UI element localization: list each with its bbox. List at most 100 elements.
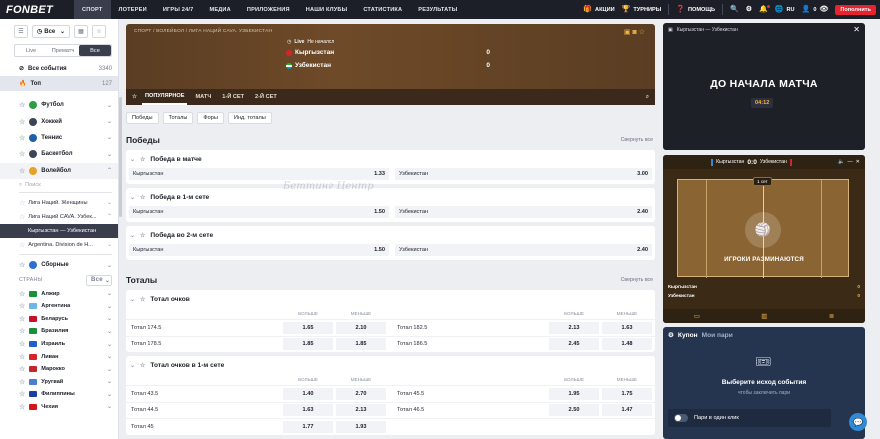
league-item[interactable]: ☆ Лига Наций. Женщины ⌄: [0, 196, 118, 210]
country-item[interactable]: ☆ Беларусь ⌄: [0, 313, 118, 326]
league-item[interactable]: ☆ Argentina. Division de H... ⌄: [0, 238, 118, 252]
odds-over[interactable]: 1.40: [283, 387, 333, 400]
star-icon[interactable]: ☆: [140, 232, 145, 239]
star-icon[interactable]: ☆: [19, 150, 25, 158]
country-item[interactable]: ☆ Марокко ⌄: [0, 363, 118, 376]
nav-sport[interactable]: СПОРТ: [74, 0, 111, 19]
nav-games[interactable]: ИГРЫ 24/7: [155, 0, 202, 19]
odds-over[interactable]: 1.77: [283, 420, 333, 433]
odds-under[interactable]: 1.85: [336, 338, 386, 351]
star-icon[interactable]: ☆: [19, 261, 25, 269]
country-item[interactable]: ☆ Чехия ⌄: [0, 401, 118, 414]
star-icon[interactable]: ☆: [19, 101, 25, 109]
top-events-item[interactable]: 🔥 Топ 127: [0, 76, 118, 91]
nav-clubs[interactable]: НАШИ КЛУБЫ: [298, 0, 356, 19]
outcome-home[interactable]: Кыргызстан 1.50: [129, 206, 389, 218]
tab-coupon[interactable]: Купон: [678, 332, 698, 339]
sidebar-item-basketball[interactable]: ☆ Баскетбол ⌄: [0, 146, 118, 162]
star-icon[interactable]: ☆: [19, 353, 25, 361]
star-icon[interactable]: ☆: [19, 302, 25, 310]
sidebar-item-volleyball[interactable]: ☆ Волейбол ⌃: [0, 162, 118, 179]
gear-icon[interactable]: ⚙: [746, 6, 752, 13]
tab-popular[interactable]: ПОПУЛЯРНОЕ: [142, 89, 188, 105]
sidebar-scrollbar[interactable]: [119, 97, 122, 217]
calendar-icon[interactable]: ▦: [74, 25, 88, 38]
one-click-bet-toggle[interactable]: Пари в один клик: [668, 409, 831, 427]
chat-icon[interactable]: 💬: [849, 413, 867, 431]
outcome-away[interactable]: Узбекистан 2.40: [395, 244, 652, 256]
star-icon[interactable]: ☆: [19, 378, 25, 386]
outcome-away[interactable]: Узбекистан 2.40: [395, 206, 652, 218]
star-icon[interactable]: ☆: [19, 167, 25, 175]
odds-over[interactable]: 2.45: [549, 338, 599, 351]
country-item[interactable]: ☆ Алжир ⌄: [0, 287, 118, 300]
star-icon[interactable]: ☆: [19, 340, 25, 348]
market-header[interactable]: ⌄ ☆ Победа в матче: [126, 150, 655, 168]
star-icon[interactable]: ☆: [19, 390, 25, 398]
star-icon[interactable]: ☆: [19, 315, 25, 323]
odds-under[interactable]: 2.70: [336, 387, 386, 400]
nav-apps[interactable]: ПРИЛОЖЕНИЯ: [239, 0, 298, 19]
minimize-icon[interactable]: —: [847, 159, 852, 165]
time-filter-select[interactable]: ◷ Все ⌄: [32, 25, 70, 38]
tab-my-bets[interactable]: Мои пари: [702, 332, 733, 339]
search-icon[interactable]: ⌕: [646, 94, 649, 101]
tab-match[interactable]: МАТЧ: [192, 89, 214, 105]
market-header[interactable]: ⌄ ☆ Победа во 2-м сете: [126, 226, 655, 244]
star-icon[interactable]: ☆: [140, 362, 145, 369]
chip-wins[interactable]: Победы: [126, 112, 159, 124]
star-icon[interactable]: ☆: [19, 403, 25, 411]
market-header[interactable]: ⌄ ☆ Победа в 1-м сете: [126, 188, 655, 206]
tab-set-1[interactable]: 1-Й СЕТ: [219, 89, 247, 105]
country-item[interactable]: ☆ Израиль ⌄: [0, 338, 118, 351]
chip-individual-totals[interactable]: Инд. тоталы: [227, 112, 272, 124]
nav-media[interactable]: МЕДИА: [201, 0, 238, 19]
star-icon[interactable]: ☆: [19, 213, 25, 221]
tab-all[interactable]: Все: [79, 45, 111, 56]
sidebar-item-tennis[interactable]: ☆ Теннис ⌄: [0, 130, 118, 146]
odds-over[interactable]: 1.85: [283, 338, 333, 351]
close-icon[interactable]: ✕: [853, 25, 860, 34]
star-icon[interactable]: ☆: [19, 118, 25, 126]
odds-over[interactable]: 1.65: [283, 321, 333, 334]
all-events-item[interactable]: ⊘ Все события 3340: [0, 61, 118, 76]
collapse-all-button[interactable]: Свернуть все: [621, 277, 653, 283]
chip-handicaps[interactable]: Форы: [197, 112, 224, 124]
country-item[interactable]: ☆ Филиппины ⌄: [0, 388, 118, 401]
odds-under[interactable]: 1.48: [602, 338, 652, 351]
outcome-home[interactable]: Кыргызстан 1.33: [129, 168, 389, 180]
star-icon[interactable]: ☆: [19, 199, 25, 207]
breadcrumb[interactable]: СПОРТ / ВОЛЕЙБОЛ / ЛИГА НАЦИЙ CAVA. УЗБЕ…: [134, 29, 272, 34]
country-item[interactable]: ☆ Аргентина ⌄: [0, 300, 118, 313]
star-icon[interactable]: ☆: [140, 194, 145, 201]
star-icon[interactable]: ☆: [132, 94, 137, 100]
sidebar-item-national-teams[interactable]: ☆ Сборные ⌄: [0, 257, 118, 273]
star-icon[interactable]: ☆: [19, 290, 25, 298]
odds-under[interactable]: 2.13: [336, 404, 386, 417]
promo-link[interactable]: 🎁 АКЦИИ: [583, 6, 614, 13]
star-icon[interactable]: ☆: [140, 156, 145, 163]
odds-under[interactable]: 1.93: [336, 420, 386, 433]
nav-statistics[interactable]: СТАТИСТИКА: [355, 0, 410, 19]
help-link[interactable]: ❓ ПОМОЩЬ: [676, 6, 715, 13]
nav-lottery[interactable]: ЛОТЕРЕИ: [111, 0, 155, 19]
country-item[interactable]: ☆ Ливан ⌄: [0, 350, 118, 363]
odds-under[interactable]: 2.10: [336, 321, 386, 334]
market-header[interactable]: ⌄ ☆ Тотал очков в 1-м сете: [126, 356, 655, 374]
odds-over[interactable]: 2.50: [549, 404, 599, 417]
outcome-away[interactable]: Узбекистан 3.00: [395, 168, 652, 180]
chip-totals[interactable]: Тоталы: [162, 112, 194, 124]
court-view-icon[interactable]: ▭: [694, 312, 700, 320]
country-item[interactable]: ☆ Уругвай ⌄: [0, 376, 118, 389]
league-item[interactable]: ☆ Лига Наций CAVA. Узбек... ⌃: [0, 210, 118, 224]
tab-live[interactable]: Live: [15, 45, 47, 56]
star-icon[interactable]: ☆: [19, 327, 25, 335]
account-balance[interactable]: 👤 0 👁: [802, 6, 829, 13]
fonbet-logo[interactable]: FONBET: [0, 4, 74, 16]
tournaments-link[interactable]: 🏆 ТУРНИРЫ: [622, 6, 662, 13]
nav-results[interactable]: РЕЗУЛЬТАТЫ: [410, 0, 465, 19]
eye-icon[interactable]: 👁: [819, 6, 828, 13]
star-icon[interactable]: ☆: [140, 296, 145, 303]
outcome-home[interactable]: Кыргызстан 1.50: [129, 244, 389, 256]
countries-select[interactable]: Все ⌄: [86, 274, 112, 286]
